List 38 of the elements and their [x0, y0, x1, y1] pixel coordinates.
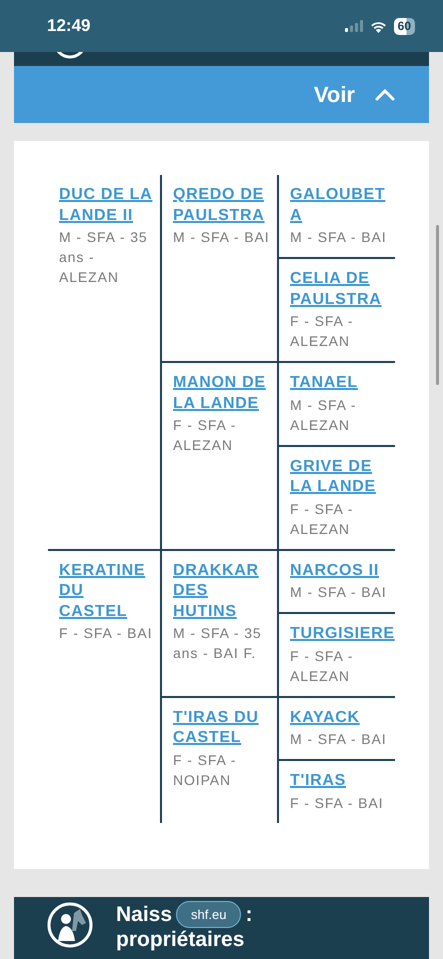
- section-title: :: [245, 902, 252, 926]
- horse-name-link[interactable]: KERATINE DU CASTEL: [59, 560, 156, 622]
- horse-info: F - SFA - ALEZAN: [290, 500, 354, 538]
- horse-info: M - SFA - BAI: [290, 583, 386, 602]
- horse-name-link[interactable]: T'IRAS DU CASTEL: [173, 708, 273, 748]
- horse-info: M - SFA - 35 ans - ALEZAN: [59, 228, 149, 287]
- horse-info: M - SFA - BAI: [290, 730, 386, 749]
- horse-name-link[interactable]: T'IRAS: [290, 771, 346, 792]
- horse-info: M - SFA - 35 ans - BAI F.: [173, 624, 263, 663]
- horse-info: F - SFA - ALEZAN: [173, 416, 238, 455]
- horse-info: M - SFA - ALEZAN: [290, 396, 358, 434]
- horse-info: F - SFA - ALEZAN: [290, 646, 354, 686]
- horse-name-link[interactable]: MANON DE LA LANDE: [173, 373, 273, 414]
- url-pill[interactable]: shf.eu: [176, 900, 242, 928]
- status-time: 12:49: [47, 16, 90, 36]
- section-title: propriétaires: [116, 928, 246, 950]
- horse-info: F - SFA - ALEZAN: [290, 312, 354, 351]
- horse-name-link[interactable]: QREDO DE PAULSTRA: [173, 185, 273, 226]
- horse-name-link[interactable]: DRAKKAR DES HUTINS: [173, 560, 273, 622]
- toggle-button[interactable]: Voir: [14, 66, 429, 123]
- horse-name-link[interactable]: TANAEL: [290, 373, 358, 394]
- horse-name-link[interactable]: TURGISIERE: [290, 624, 395, 644]
- horse-info: F - SFA - NOIPAN: [173, 750, 238, 790]
- signal-icon: [344, 20, 363, 32]
- horse-info: M - SFA - BAI: [290, 228, 386, 247]
- battery-icon: 60: [394, 18, 415, 34]
- wifi-icon: [370, 20, 387, 32]
- horse-name-link[interactable]: NARCOS II: [290, 560, 379, 581]
- horse-name-link[interactable]: GALOUBET A: [290, 185, 391, 226]
- horse-info: F - SFA - BAI: [290, 794, 384, 812]
- horse-name-link[interactable]: CELIA DE PAULSTRA: [290, 269, 391, 310]
- horse-info: F - SFA - BAI: [59, 624, 152, 643]
- horse-name-link[interactable]: GRIVE DE LA LANDE: [290, 456, 391, 498]
- horse-name-link[interactable]: DUC DE LA LANDE II: [59, 185, 156, 226]
- section-title: Naiss: [116, 902, 172, 926]
- horse-name-link[interactable]: KAYACK: [290, 708, 360, 728]
- horse-info: M - SFA - BAI: [173, 228, 270, 247]
- rider-horse-icon: [46, 900, 94, 948]
